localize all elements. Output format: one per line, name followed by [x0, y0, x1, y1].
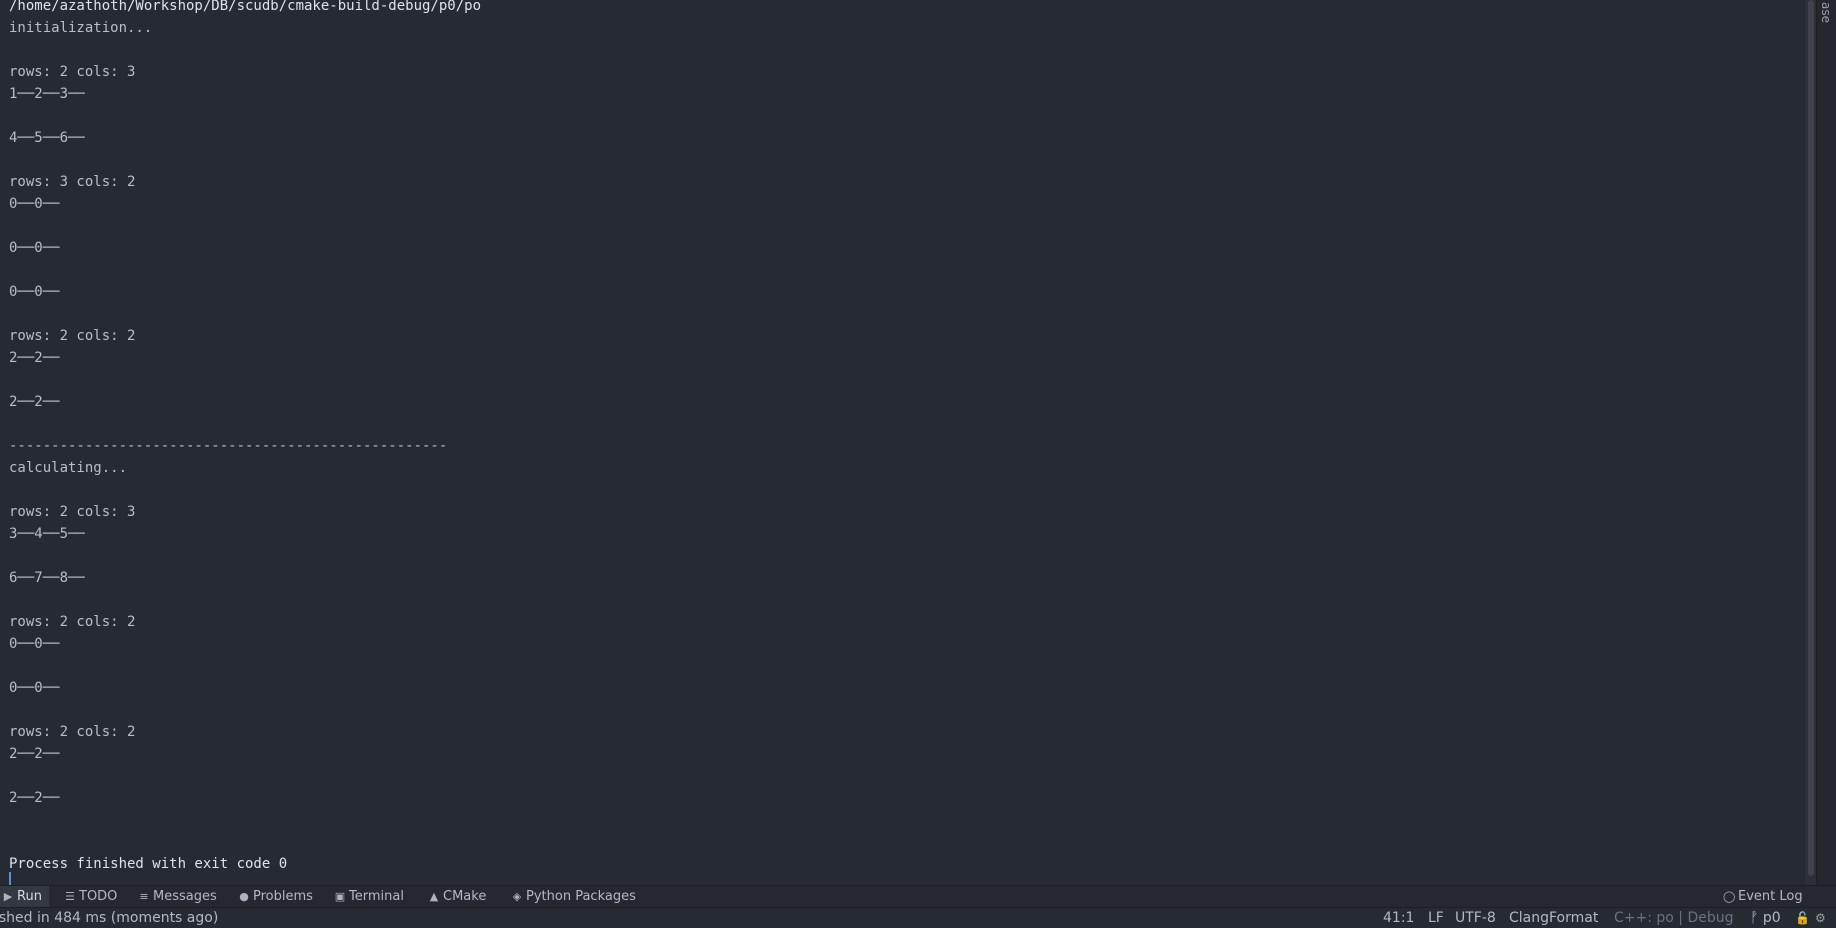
console-line: rows: 2 cols: 3: [9, 64, 136, 80]
console-line: 4──5──6──: [9, 130, 85, 146]
tab-problems[interactable]: ● Problems: [238, 886, 313, 908]
tab-python-label: Python Packages: [526, 889, 636, 904]
tab-run[interactable]: ▶ Run: [0, 886, 49, 908]
packages-icon: ◈: [512, 890, 522, 903]
line-separator[interactable]: LF: [1428, 908, 1444, 928]
console-line: rows: 3 cols: 2: [9, 174, 136, 190]
tab-event-log[interactable]: ◯ Event Log: [1723, 886, 1803, 908]
inspector-icon[interactable]: ⚙: [1815, 908, 1826, 928]
tab-run-label: Run: [17, 889, 42, 904]
text-caret: [9, 872, 11, 885]
branch-name: p0: [1762, 910, 1781, 926]
build-context[interactable]: C++: po | Debug: [1614, 908, 1734, 928]
tab-cmake-label: CMake: [443, 889, 487, 904]
tool-window-bar: ▶ Run ☰ TODO ≡ Messages ● Problems ▣ Terminal…: [0, 885, 1836, 908]
ide-window: /home/azathoth/Workshop/DB/scudb/cmake-b…: [0, 0, 1836, 928]
console-line: initialization...: [9, 20, 153, 36]
status-bar: ished in 484 ms (moments ago) 41:1 LF UT…: [0, 907, 1836, 928]
tab-python-packages[interactable]: ◈ Python Packages: [511, 886, 636, 908]
run-icon: ▶: [3, 890, 13, 903]
problems-icon: ●: [239, 890, 249, 903]
console-line: 0──0──: [9, 680, 60, 696]
right-tool-sidebar: [1816, 0, 1836, 885]
console-lines: /home/azathoth/Workshop/DB/scudb/cmake-b…: [9, 0, 481, 875]
console-line: /home/azathoth/Workshop/DB/scudb/cmake-b…: [9, 0, 482, 14]
console-line: rows: 2 cols: 2: [9, 724, 136, 740]
console-line: 2──2──: [9, 746, 60, 762]
tab-terminal[interactable]: ▣ Terminal: [334, 886, 404, 908]
branch-icon: ᚡ: [1750, 910, 1759, 926]
console-line: 2──2──: [9, 350, 60, 366]
event-log-icon: ◯: [1723, 890, 1736, 903]
terminal-icon: ▣: [334, 890, 346, 903]
console-scrollbar-thumb[interactable]: [1808, 0, 1814, 876]
tab-todo-label: TODO: [79, 889, 118, 904]
tab-event-log-label: Event Log: [1738, 889, 1803, 904]
console-line: 2──2──: [9, 394, 60, 410]
console-line: Process finished with exit code 0: [9, 856, 288, 872]
tab-terminal-label: Terminal: [349, 889, 404, 904]
console-line: 0──0──: [9, 240, 60, 256]
right-sidebar-database-tab[interactable]: ase: [1817, 2, 1835, 42]
console-line: rows: 2 cols: 2: [9, 614, 136, 630]
file-encoding[interactable]: UTF-8: [1455, 908, 1496, 928]
status-message[interactable]: ished in 484 ms (moments ago): [0, 908, 218, 928]
lock-icon[interactable]: 🔓: [1795, 908, 1810, 928]
tab-messages-label: Messages: [153, 889, 217, 904]
console-line: calculating...: [9, 460, 128, 476]
run-console-output[interactable]: /home/azathoth/Workshop/DB/scudb/cmake-b…: [0, 0, 1805, 885]
tab-messages[interactable]: ≡ Messages: [138, 886, 217, 908]
console-line: 1──2──3──: [9, 86, 85, 102]
vcs-branch[interactable]: ᚡ p0: [1750, 908, 1781, 928]
caret-position[interactable]: 41:1: [1383, 908, 1414, 928]
tab-todo[interactable]: ☰ TODO: [64, 886, 117, 908]
console-line: 2──2──: [9, 790, 60, 806]
code-formatter[interactable]: ClangFormat: [1509, 908, 1598, 928]
console-line: 0──0──: [9, 636, 60, 652]
console-line: 0──0──: [9, 284, 60, 300]
console-line: ----------------------------------------…: [9, 438, 448, 454]
console-line: rows: 2 cols: 2: [9, 328, 136, 344]
messages-icon: ≡: [139, 890, 149, 903]
console-line: 6──7──8──: [9, 570, 85, 586]
console-line: 0──0──: [9, 196, 60, 212]
cmake-icon: ▲: [429, 890, 439, 903]
tab-cmake[interactable]: ▲ CMake: [428, 886, 487, 908]
list-icon: ☰: [65, 890, 75, 903]
console-line: rows: 2 cols: 3: [9, 504, 136, 520]
tab-problems-label: Problems: [253, 889, 313, 904]
console-line: 3──4──5──: [9, 526, 85, 542]
